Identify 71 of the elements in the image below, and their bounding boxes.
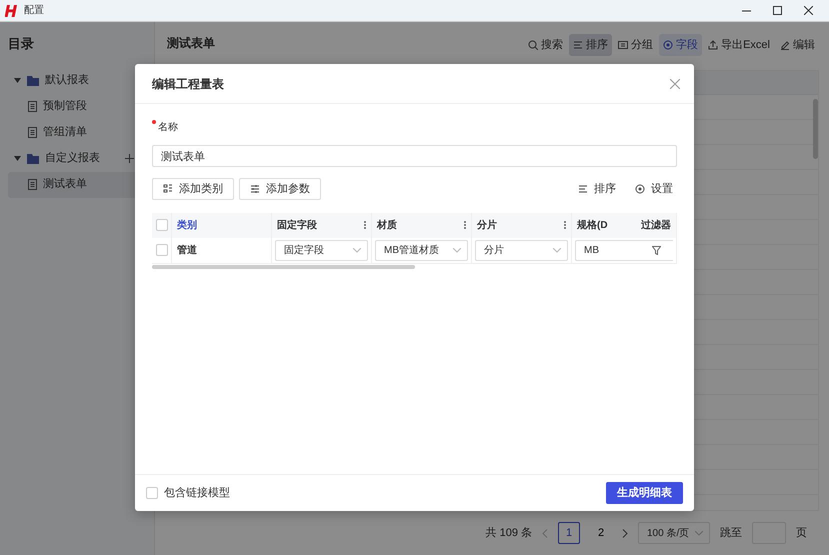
page-button[interactable]: 2 — [590, 522, 612, 544]
caret-icon[interactable] — [14, 155, 21, 162]
document-icon — [28, 101, 37, 112]
page-unit: 页 — [796, 526, 807, 541]
tree-item[interactable]: 管组清单 — [8, 120, 146, 146]
pencil-icon — [780, 40, 790, 50]
select-field[interactable]: 固定字段 — [275, 240, 368, 260]
toolbar-button[interactable]: 搜索 — [524, 34, 568, 56]
total-count: 共 109 条 — [486, 526, 532, 541]
add-button[interactable]: 添加类别 — [152, 178, 234, 200]
caret-icon[interactable] — [14, 77, 21, 84]
toolbar-button[interactable]: 分组 — [614, 34, 658, 56]
scrollbar[interactable] — [152, 264, 415, 268]
select-field[interactable]: MB — [575, 240, 673, 260]
select-all-checkbox[interactable] — [156, 219, 168, 231]
sidebar-title: 目录 — [8, 35, 35, 53]
document-icon — [28, 179, 37, 190]
page-button[interactable]: 1 — [558, 522, 580, 544]
checkbox[interactable] — [146, 487, 158, 499]
close-icon[interactable] — [804, 6, 813, 15]
name-field[interactable]: 测试表单 — [152, 145, 677, 167]
document-icon — [28, 127, 37, 138]
search-icon — [528, 40, 538, 50]
sliders-icon — [250, 184, 260, 194]
generate-button[interactable]: 生成明细表 — [606, 482, 683, 504]
list-icon — [163, 184, 173, 194]
select-field[interactable]: 分片 — [475, 240, 568, 260]
sort-icon — [573, 40, 584, 50]
folder-icon — [27, 154, 39, 164]
app-logo-icon — [5, 4, 19, 16]
upload-icon — [708, 40, 718, 50]
toolbar-button[interactable]: 排序 — [569, 34, 612, 56]
chevron-right-icon[interactable] — [622, 528, 628, 538]
settings-icon — [635, 184, 645, 194]
toolbar-button[interactable]: 导出Excel — [704, 34, 774, 56]
page-title: 测试表单 — [167, 35, 215, 52]
window-title: 配置 — [24, 4, 44, 18]
add-button[interactable]: 添加参数 — [239, 178, 321, 200]
chevron-down-icon — [453, 248, 461, 252]
target-icon — [663, 40, 674, 50]
chevron-down-icon — [553, 248, 561, 252]
maximize-icon[interactable] — [773, 6, 782, 15]
tree-item[interactable]: 预制管段 — [8, 94, 146, 120]
table-cell-text: 管道 — [177, 244, 197, 258]
chevron-down-icon — [353, 248, 361, 252]
column-label: 过滤器 — [641, 218, 671, 232]
action-button[interactable]: 设置 — [631, 178, 677, 200]
toolbar-button[interactable]: 编辑 — [776, 34, 819, 56]
sort-icon — [578, 184, 588, 194]
page-size-select[interactable]: 100 条/页 — [638, 522, 710, 544]
field-label: 名称 — [158, 122, 178, 133]
column-label: 材质 — [377, 218, 397, 232]
scrollbar[interactable] — [813, 99, 818, 159]
tree-item[interactable]: 默认报表 — [8, 68, 146, 94]
chevron-down-icon — [695, 530, 703, 536]
column-label: 固定字段 — [277, 218, 317, 232]
column-label: 类别 — [177, 218, 197, 232]
add-icon[interactable] — [125, 154, 134, 163]
filter-icon[interactable] — [652, 246, 661, 254]
select-field[interactable]: MB管道材质 — [375, 240, 468, 260]
checkbox-label: 包含链接模型 — [164, 486, 230, 501]
tree-item[interactable]: 自定义报表 — [8, 146, 146, 172]
column-label: 规格(D — [577, 218, 608, 232]
row-checkbox[interactable] — [156, 244, 168, 256]
jump-label: 跳至 — [720, 526, 742, 541]
toolbar-button[interactable]: 字段 — [659, 34, 702, 56]
dialog-title: 编辑工程量表 — [152, 76, 224, 92]
action-button[interactable]: 排序 — [574, 178, 620, 200]
list-icon — [618, 40, 628, 50]
column-label: 分片 — [477, 218, 497, 232]
folder-icon — [27, 76, 39, 86]
